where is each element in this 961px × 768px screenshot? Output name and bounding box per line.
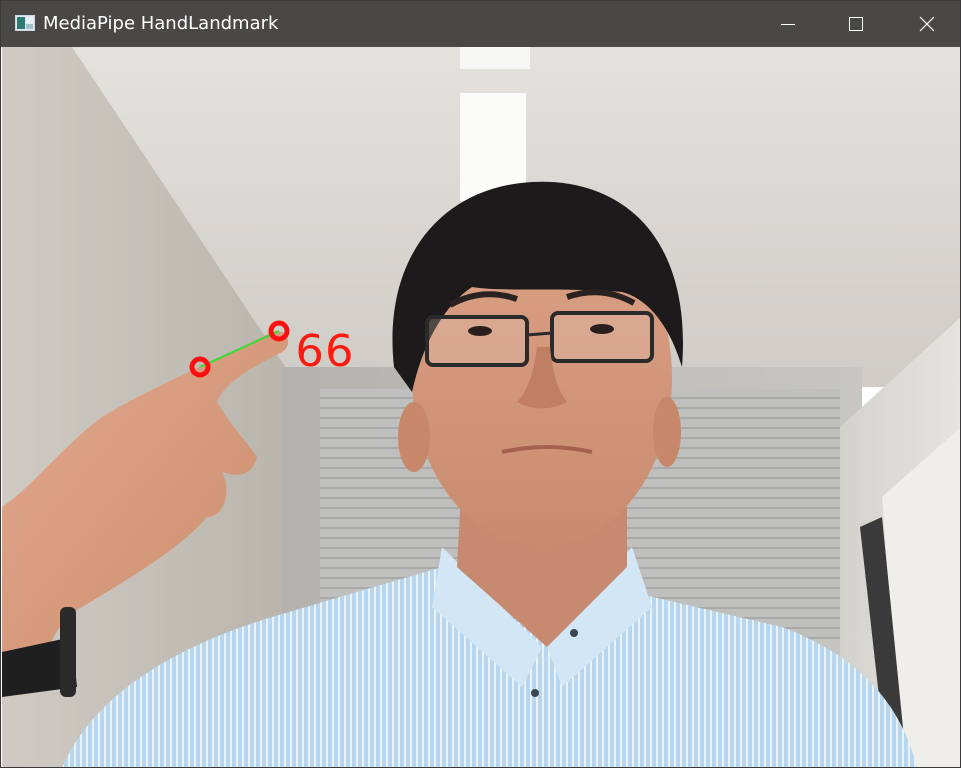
distance-label: 66	[295, 326, 355, 377]
glasses-bridge	[526, 331, 553, 337]
glasses-lens	[425, 315, 529, 367]
minimize-button[interactable]	[753, 1, 823, 47]
close-button[interactable]	[892, 1, 960, 47]
ear	[653, 397, 681, 467]
glasses-lens	[550, 311, 654, 363]
eye	[468, 326, 492, 336]
window-title: MediaPipe HandLandmark	[43, 13, 279, 34]
ceiling-light	[460, 47, 530, 69]
camera-frame	[2, 47, 960, 767]
minimize-icon	[781, 24, 795, 25]
app-icon	[15, 15, 35, 31]
button	[570, 629, 578, 637]
maximize-button[interactable]	[821, 1, 891, 47]
watch-strap	[60, 607, 76, 697]
eye	[590, 324, 614, 334]
title-bar[interactable]: MediaPipe HandLandmark	[1, 1, 960, 47]
camera-view: 66	[2, 47, 960, 767]
maximize-icon	[849, 17, 863, 31]
app-window: MediaPipe HandLandmark 66	[0, 0, 961, 768]
button	[531, 689, 539, 697]
ear	[398, 402, 430, 472]
close-icon	[919, 16, 935, 32]
